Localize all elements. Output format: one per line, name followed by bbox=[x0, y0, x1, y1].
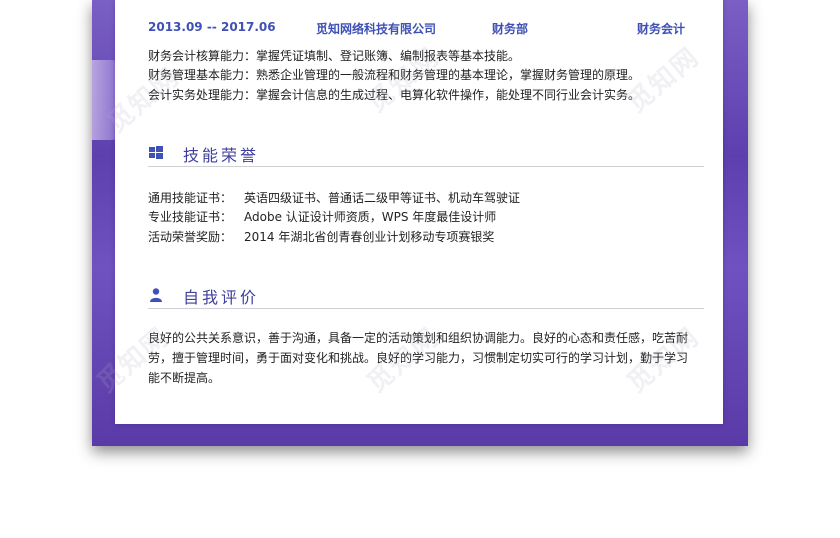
skill-value: Adobe 认证设计师资质，WPS 年度最佳设计师 bbox=[244, 210, 497, 224]
self-eval-heading: 自我评价 bbox=[183, 288, 260, 307]
self-eval-section-header: 自我评价 bbox=[148, 284, 704, 309]
duty-line: 财务会计核算能力：掌握凭证填制、登记账簿、编制报表等基本技能。 bbox=[148, 49, 521, 63]
self-eval-line: 良好的公共关系意识，善于沟通，具备一定的活动策划和组织协调能力。良好的心态和责任… bbox=[148, 331, 689, 345]
self-eval-line: 劳，擅于管理时间，勇于面对变化和挑战。良好的学习能力，习惯制定切实可行的学习计划… bbox=[148, 351, 689, 365]
skill-value: 2014 年湖北省创青春创业计划移动专项赛银奖 bbox=[244, 230, 495, 244]
windows-icon bbox=[149, 146, 163, 159]
duty-line: 会计实务处理能力：掌握会计信息的生成过程、电算化软件操作，能处理不同行业会计实务… bbox=[148, 88, 641, 102]
person-icon bbox=[150, 288, 162, 302]
skills-section-header: 技能荣誉 bbox=[148, 142, 704, 167]
skill-label: 专业技能证书： bbox=[148, 210, 233, 224]
self-eval-paragraph: 良好的公共关系意识，善于沟通，具备一定的活动策划和组织协调能力。良好的心态和责任… bbox=[148, 328, 703, 388]
job-entry: 2013.09 -- 2017.06 觅知网络科技有限公司 财务部 财务会计 bbox=[148, 20, 693, 38]
job-company: 觅知网络科技有限公司 bbox=[316, 22, 437, 36]
self-eval-line: 能不断提高。 bbox=[148, 371, 221, 385]
job-period: 2013.09 -- 2017.06 bbox=[148, 20, 276, 34]
job-title: 财务会计 bbox=[637, 22, 686, 36]
skill-label: 活动荣誉奖励： bbox=[148, 230, 233, 244]
job-department: 财务部 bbox=[492, 22, 529, 36]
duty-line: 财务管理基本能力：熟悉企业管理的一般流程和财务管理的基本理论，掌握财务管理的原理… bbox=[148, 68, 641, 82]
skills-heading: 技能荣誉 bbox=[183, 146, 260, 165]
skill-label: 通用技能证书： bbox=[148, 191, 233, 205]
skill-value: 英语四级证书、普通话二级甲等证书、机动车驾驶证 bbox=[244, 191, 521, 205]
